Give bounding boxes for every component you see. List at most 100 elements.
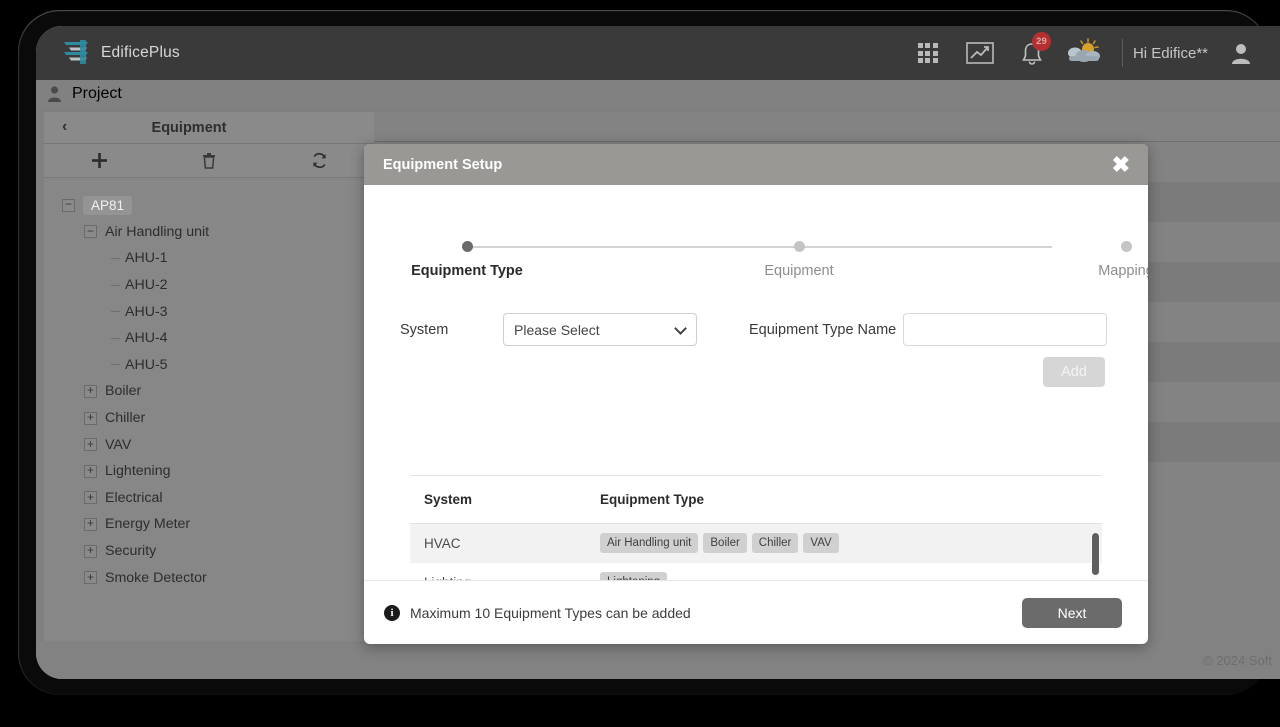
table-head: System Equipment Type bbox=[410, 476, 1102, 524]
step-label: Mapping bbox=[1098, 263, 1148, 279]
tree-connector bbox=[111, 284, 120, 286]
tree-node[interactable]: − Air Handling unit bbox=[56, 219, 374, 246]
step-equipment[interactable]: Equipment bbox=[714, 241, 884, 279]
brand-logo-block[interactable]: EdificePlus bbox=[64, 39, 180, 66]
tree-node[interactable]: AHU-5 bbox=[56, 352, 374, 379]
tree-node[interactable]: + Boiler bbox=[56, 378, 374, 405]
equipment-type-tag[interactable]: Boiler bbox=[703, 533, 747, 553]
tree-node[interactable]: AHU-2 bbox=[56, 272, 374, 299]
table-row[interactable]: Lighting Lightening bbox=[410, 562, 1102, 580]
equipment-type-name-input[interactable] bbox=[903, 313, 1107, 346]
table-scrollbar-thumb[interactable] bbox=[1092, 533, 1099, 575]
equipment-type-tag[interactable]: Lightening bbox=[600, 572, 668, 580]
tree-connector bbox=[111, 364, 120, 366]
tree-node[interactable]: AHU-3 bbox=[56, 298, 374, 325]
expand-icon[interactable]: + bbox=[84, 517, 97, 531]
equipment-type-tag[interactable]: Chiller bbox=[751, 533, 799, 553]
expand-icon[interactable]: + bbox=[84, 571, 97, 585]
brand-name: EdificePlus bbox=[101, 43, 180, 61]
expand-icon[interactable]: + bbox=[84, 464, 97, 478]
next-button[interactable]: Next bbox=[1022, 597, 1122, 628]
step-mapping[interactable]: Mapping bbox=[1041, 241, 1148, 279]
tree-node[interactable]: + VAV bbox=[56, 431, 374, 458]
user-avatar-button[interactable] bbox=[1224, 26, 1258, 80]
expand-icon[interactable]: + bbox=[84, 544, 97, 558]
tree-node[interactable]: AHU-1 bbox=[56, 245, 374, 272]
breadcrumb: Project bbox=[36, 80, 1280, 108]
tree-node[interactable]: − AP81 bbox=[56, 192, 374, 219]
plus-icon bbox=[91, 153, 107, 168]
table-scrollbar[interactable] bbox=[1091, 532, 1100, 580]
tree-node-label: AHU-1 bbox=[125, 250, 168, 267]
analytics-button[interactable] bbox=[954, 26, 1006, 80]
navbar-divider bbox=[1121, 39, 1123, 67]
add-node-button[interactable] bbox=[44, 144, 154, 178]
weather-button[interactable] bbox=[1058, 26, 1110, 80]
tree-node[interactable]: + Chiller bbox=[56, 405, 374, 432]
screen: EdificePlus 29 Hi Edifice** Project ‹ Eq… bbox=[36, 26, 1280, 679]
cell-system: Lighting bbox=[410, 562, 586, 580]
table-row[interactable]: HVAC Air Handling unit Boiler Chiller VAV bbox=[410, 523, 1102, 563]
tree-node-label: Energy Meter bbox=[105, 516, 191, 533]
app-root: EdificePlus 29 Hi Edifice** Project ‹ Eq… bbox=[36, 26, 1280, 679]
tree-node-label: AHU-4 bbox=[125, 330, 168, 347]
equipment-type-table: System Equipment Type HVAC Air Handling u… bbox=[410, 476, 1102, 580]
modal-header: Equipment Setup ✖ bbox=[364, 144, 1148, 185]
equipment-type-tag[interactable]: VAV bbox=[803, 533, 839, 553]
tree-node[interactable]: + Energy Meter bbox=[56, 511, 374, 538]
step-label: Equipment Type bbox=[411, 263, 523, 279]
add-button[interactable]: Add bbox=[1043, 357, 1105, 387]
tree-node-label: VAV bbox=[105, 436, 132, 453]
tree-node-label: Air Handling unit bbox=[105, 223, 210, 240]
modal-body: Equipment Type Equipment Mapping System bbox=[364, 185, 1148, 580]
user-avatar-icon bbox=[1232, 44, 1250, 64]
system-select[interactable]: Please Select bbox=[503, 313, 697, 346]
notifications-button[interactable]: 29 bbox=[1006, 26, 1058, 80]
grid-apps-icon bbox=[917, 43, 938, 63]
delete-node-button[interactable] bbox=[154, 144, 264, 178]
equipment-type-tag[interactable]: Air Handling unit bbox=[600, 533, 699, 553]
expand-icon[interactable]: + bbox=[84, 438, 97, 452]
panel-toolbar bbox=[44, 144, 374, 178]
top-navbar: EdificePlus 29 Hi Edifice** bbox=[36, 26, 1280, 80]
tree-node[interactable]: AHU-4 bbox=[56, 325, 374, 352]
refresh-button[interactable] bbox=[264, 144, 374, 178]
collapse-icon[interactable]: − bbox=[62, 198, 75, 212]
apps-grid-button[interactable] bbox=[902, 26, 954, 80]
add-button-row: Add bbox=[364, 357, 1105, 387]
tree-node-label: Security bbox=[105, 543, 157, 560]
tree-node-label: AHU-5 bbox=[125, 356, 168, 373]
edificeplus-logo-icon bbox=[64, 40, 88, 64]
tree-node-label: Lightening bbox=[105, 463, 171, 480]
tree-node[interactable]: + Smoke Detector bbox=[56, 564, 374, 591]
expand-icon[interactable]: + bbox=[84, 384, 97, 398]
user-greeting: Hi Edifice** bbox=[1132, 44, 1208, 62]
info-icon: i bbox=[384, 604, 400, 621]
tree-node-label: Boiler bbox=[105, 383, 142, 400]
wizard-stepper: Equipment Type Equipment Mapping bbox=[411, 241, 1148, 287]
equipment-type-name-label: Equipment Type Name bbox=[749, 321, 897, 338]
step-dot bbox=[461, 241, 473, 252]
breadcrumb-label[interactable]: Project bbox=[72, 85, 122, 103]
tree-connector bbox=[111, 257, 120, 259]
app-footer: © 2024 Soft bbox=[36, 641, 1280, 679]
collapse-icon[interactable]: − bbox=[84, 225, 97, 239]
device-frame: EdificePlus 29 Hi Edifice** Project ‹ Eq… bbox=[0, 0, 1280, 727]
step-label: Equipment bbox=[764, 263, 834, 279]
expand-icon[interactable]: + bbox=[84, 491, 97, 505]
copyright-text: © 2024 Soft bbox=[1203, 652, 1272, 668]
equipment-setup-modal: Equipment Setup ✖ Equipment Type Equipme… bbox=[364, 144, 1148, 644]
expand-icon[interactable]: + bbox=[84, 411, 97, 425]
table-body: HVACAir Handling unitBoilerChillerVAVLig… bbox=[410, 523, 1102, 580]
table-header-row: System Equipment Type bbox=[410, 476, 1102, 524]
close-icon[interactable]: ✖ bbox=[1108, 153, 1134, 176]
tree-node-label: Electrical bbox=[105, 489, 163, 506]
background-table-header bbox=[374, 112, 1280, 142]
step-equipment-type[interactable]: Equipment Type bbox=[382, 241, 552, 279]
chevron-left-icon[interactable]: ‹ bbox=[62, 118, 67, 136]
info-text: Maximum 10 Equipment Types can be added bbox=[410, 604, 691, 621]
tree-node[interactable]: + Lightening bbox=[56, 458, 374, 485]
tree-node[interactable]: + Electrical bbox=[56, 485, 374, 512]
tree-node[interactable]: + Security bbox=[56, 538, 374, 565]
column-header-equipment-type: Equipment Type bbox=[586, 476, 1102, 524]
